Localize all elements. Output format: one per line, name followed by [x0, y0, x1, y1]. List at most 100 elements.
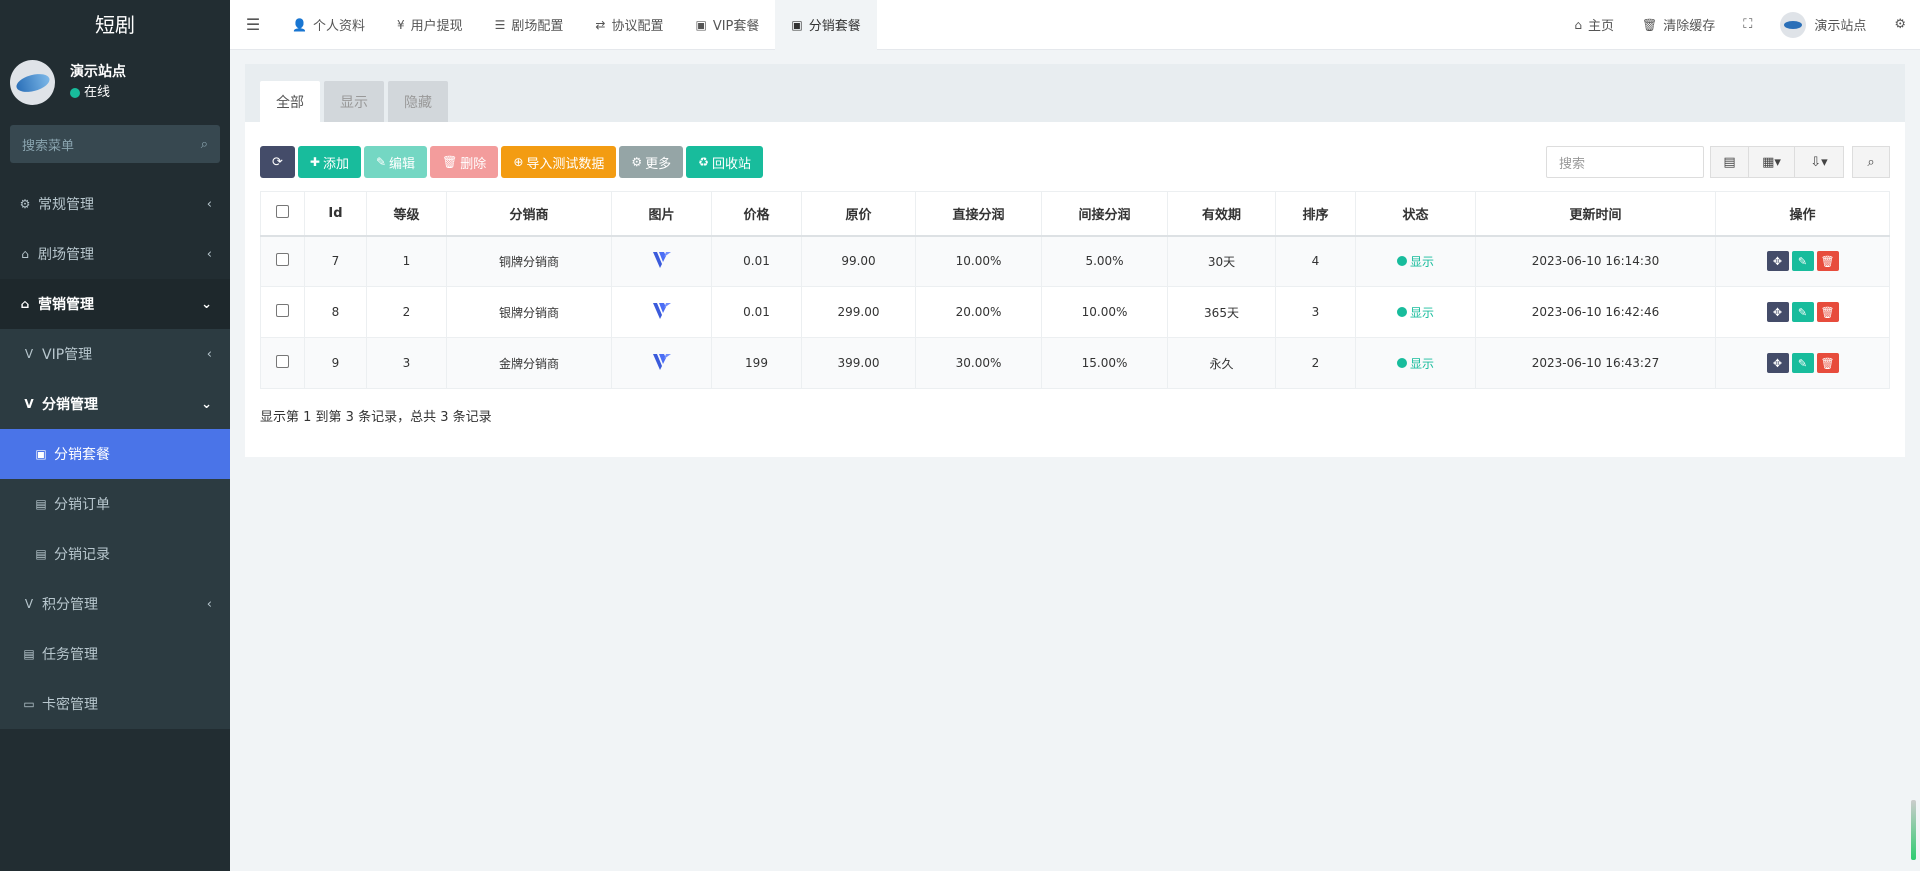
menu-search-input[interactable]: 搜索菜单 ⌕	[10, 125, 220, 163]
export-dropdown-icon[interactable]: ⇩▾	[1794, 146, 1844, 178]
delete-row-button[interactable]: 🗑	[1816, 251, 1839, 272]
sidebar-item-vip[interactable]: V VIP管理 ‹	[0, 329, 230, 379]
sidebar-item-points[interactable]: V 积分管理 ‹	[0, 579, 230, 629]
status-badge[interactable]: 显示	[1396, 304, 1434, 321]
status-badge[interactable]: 显示	[1396, 253, 1434, 270]
cell-validity: 永久	[1167, 337, 1276, 389]
toggle-view-icon[interactable]: ▤	[1710, 146, 1748, 178]
sidebar-item-label: 积分管理	[42, 597, 98, 613]
clear-cache-button[interactable]: 🗑 清除缓存	[1628, 0, 1729, 50]
delete-row-button[interactable]: 🗑	[1816, 302, 1839, 322]
app-logo[interactable]: 短剧	[0, 0, 230, 50]
columns-dropdown-icon[interactable]: ▦▾	[1748, 146, 1794, 178]
sidebar-item-tasks[interactable]: ▤ 任务管理	[0, 629, 230, 679]
tab-profile[interactable]: 👤 个人资料	[276, 0, 381, 50]
row-checkbox-cell	[260, 235, 305, 287]
sidebar-item-card-codes[interactable]: ▭ 卡密管理	[0, 679, 230, 729]
tab-distribution-package[interactable]: ▣ 分销套餐	[775, 0, 877, 50]
sidebar-item-distribution-orders[interactable]: ▤ 分销订单	[0, 479, 230, 529]
pencil-icon: ✎	[375, 155, 387, 169]
column-header[interactable]: 等级	[366, 191, 447, 237]
cell-sort: 3	[1275, 286, 1356, 338]
vip-logo-icon[interactable]	[652, 302, 672, 320]
cell-status: 显示	[1355, 286, 1476, 338]
drag-sort-button[interactable]: ✥	[1766, 353, 1789, 373]
sidebar: 短剧 演示站点 在线 搜索菜单 ⌕ ⚙ 常规管理 ‹ ⌂ 剧场管理 ‹ ⌂ 营销管理 ⌄ V…	[0, 0, 230, 871]
column-header[interactable]: 价格	[711, 191, 802, 237]
drag-sort-button[interactable]: ✥	[1766, 302, 1789, 322]
column-header[interactable]: 更新时间	[1475, 191, 1716, 237]
delete-row-button[interactable]: 🗑	[1816, 353, 1839, 373]
edit-row-button[interactable]: ✎	[1791, 302, 1814, 322]
advanced-search-icon[interactable]: ⌕	[1852, 146, 1890, 178]
drag-sort-button[interactable]: ✥	[1766, 251, 1789, 272]
column-header[interactable]: 分销商	[446, 191, 612, 237]
more-label: 更多	[645, 156, 672, 172]
settings-icon[interactable]: ⚙	[1880, 0, 1920, 50]
toolbar: ⟳ ✚ 添加 ✎ 编辑 🗑 删除 ⊕ 导入测试数据 ⚙ 更多 ♻ 回收站	[260, 146, 763, 178]
home-link[interactable]: ⌂ 主页	[1560, 0, 1628, 50]
user-menu[interactable]: 演示站点	[1766, 0, 1880, 50]
sidebar-item-distribution-package[interactable]: ▣ 分销套餐	[0, 429, 230, 479]
status-dot-icon	[1396, 256, 1407, 267]
select-all-checkbox[interactable]	[276, 204, 289, 218]
main-panel: 全部 显示 隐藏 ⟳ ✚ 添加 ✎ 编辑 🗑 删除 ⊕ 导入测试数据 ⚙ 更多 ♻ 回收站 …	[245, 64, 1905, 457]
page-scrollbar[interactable]	[1911, 800, 1916, 860]
sliders-icon: ☰	[494, 17, 506, 32]
fullscreen-icon[interactable]: ⛶	[1729, 0, 1766, 50]
online-dot-icon	[70, 87, 80, 98]
tab-theater-config[interactable]: ☰ 剧场配置	[479, 0, 580, 50]
column-header[interactable]: 原价	[801, 191, 916, 237]
tab-shown[interactable]: 显示	[324, 81, 384, 122]
refresh-button[interactable]: ⟳	[260, 146, 295, 178]
cell-image	[611, 235, 712, 287]
column-header[interactable]: 状态	[1355, 191, 1476, 237]
download-icon: ⊕	[513, 155, 524, 169]
row-checkbox[interactable]	[276, 355, 289, 368]
delete-button[interactable]: 🗑 删除	[430, 146, 499, 178]
row-checkbox[interactable]	[276, 304, 289, 317]
add-button[interactable]: ✚ 添加	[297, 146, 361, 178]
column-header[interactable]: Id	[304, 191, 367, 237]
sidebar-item-distribution[interactable]: V 分销管理 ⌄	[0, 379, 230, 429]
column-header[interactable]: 直接分润	[915, 191, 1042, 237]
menu-search-placeholder: 搜索菜单	[22, 138, 75, 154]
vip-logo-icon[interactable]	[652, 353, 672, 371]
row-checkbox[interactable]	[276, 253, 289, 267]
edit-row-button[interactable]: ✎	[1791, 353, 1814, 373]
column-header[interactable]: 图片	[611, 191, 712, 237]
search-icon[interactable]: ⌕	[201, 137, 208, 152]
recycle-bin-button[interactable]: ♻ 回收站	[686, 146, 763, 178]
cell-updated-time: 2023-06-10 16:43:27	[1475, 337, 1716, 389]
import-label: 导入测试数据	[526, 156, 605, 172]
edit-row-button[interactable]: ✎	[1791, 251, 1814, 272]
status-badge[interactable]: 显示	[1396, 355, 1434, 372]
row-checkbox-cell	[260, 286, 305, 338]
sidebar-item-marketing[interactable]: ⌂ 营销管理 ⌄	[0, 279, 230, 329]
sidebar-item-distribution-records[interactable]: ▤ 分销记录	[0, 529, 230, 579]
table-search-input[interactable]: 搜索	[1546, 146, 1704, 178]
vip-logo-icon[interactable]	[652, 251, 672, 269]
tab-all[interactable]: 全部	[260, 81, 320, 122]
tab-hidden[interactable]: 隐藏	[388, 81, 448, 122]
data-table: Id 等级 分销商 图片 价格 原价 直接分润 间接分润 有效期 排序 状态 更…	[260, 191, 1890, 389]
vimeo-icon: V	[24, 397, 34, 411]
user-status-text: 在线	[84, 84, 111, 100]
column-header[interactable]: 有效期	[1167, 191, 1276, 237]
column-header[interactable]: 排序	[1275, 191, 1356, 237]
more-button[interactable]: ⚙ 更多	[619, 146, 684, 178]
tab-vip-package[interactable]: ▣ VIP套餐	[679, 0, 775, 50]
sidebar-item-theater[interactable]: ⌂ 剧场管理 ‹	[0, 229, 230, 279]
status-text: 显示	[1409, 254, 1434, 269]
tab-agreement-config[interactable]: ⇄ 协议配置	[579, 0, 679, 50]
cell-updated-time: 2023-06-10 16:42:46	[1475, 286, 1716, 338]
tab-withdraw[interactable]: ¥ 用户提现	[381, 0, 479, 50]
column-header[interactable]: 间接分润	[1041, 191, 1168, 237]
sidebar-item-general[interactable]: ⚙ 常规管理 ‹	[0, 179, 230, 229]
table-header-row: Id 等级 分销商 图片 价格 原价 直接分润 间接分润 有效期 排序 状态 更…	[260, 191, 1890, 237]
menu-toggle-icon[interactable]: ☰	[230, 0, 276, 50]
import-test-data-button[interactable]: ⊕ 导入测试数据	[501, 146, 617, 178]
edit-button[interactable]: ✎ 编辑	[363, 146, 428, 178]
cell-original-price: 399.00	[801, 337, 916, 389]
chevron-down-icon: ⌄	[201, 396, 212, 412]
